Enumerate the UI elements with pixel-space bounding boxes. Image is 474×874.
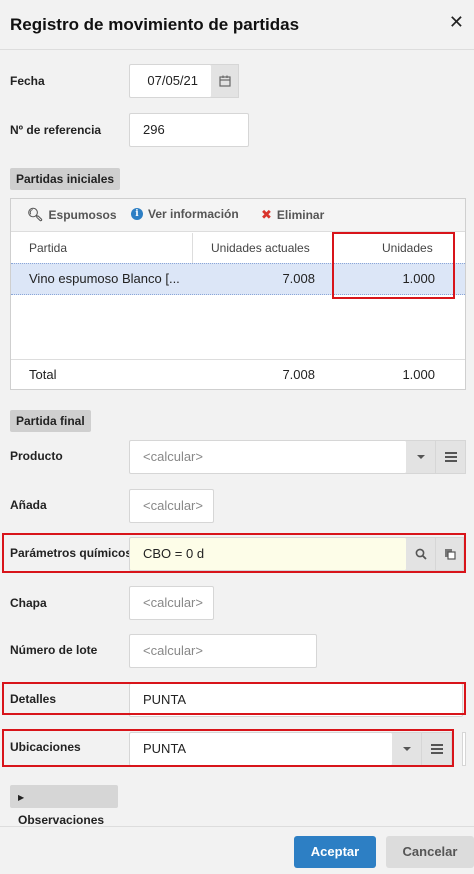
delete-icon: ✖: [261, 207, 272, 222]
parametros-search-button[interactable]: [406, 537, 436, 571]
total-unidades: 1.000: [402, 367, 435, 382]
cell-partida: Vino espumoso Blanco [...: [29, 271, 180, 286]
col-unidades[interactable]: Unidades: [382, 233, 433, 263]
calendar-icon: [218, 75, 231, 87]
partidas-grid: 🔍︎ Espumosos i Ver información ✖ Elimina…: [10, 198, 466, 390]
copy-icon: [444, 549, 456, 560]
aceptar-button[interactable]: Aceptar: [294, 836, 376, 868]
calendar-button[interactable]: [211, 64, 239, 98]
search-icon: [415, 548, 427, 560]
ver-informacion-label: Ver información: [148, 207, 239, 221]
parametros-input[interactable]: CBO = 0 d: [129, 537, 407, 571]
parametros-label: Parámetros químicos: [10, 546, 133, 560]
chevron-down-icon: [416, 455, 425, 459]
cancelar-button[interactable]: Cancelar: [386, 836, 474, 868]
chapa-label: Chapa: [10, 596, 47, 610]
anada-label: Añada: [10, 498, 47, 512]
dialog-title: Registro de movimiento de partidas: [10, 15, 300, 34]
ubicaciones-label: Ubicaciones: [10, 740, 81, 754]
column-divider: [332, 233, 333, 263]
producto-list-button[interactable]: [436, 440, 466, 474]
producto-dropdown-button[interactable]: [406, 440, 436, 474]
ubicaciones-extra-field[interactable]: [462, 732, 466, 766]
close-icon[interactable]: ✕: [449, 12, 464, 33]
col-unidades-actuales[interactable]: Unidades actuales: [211, 233, 310, 263]
partida-final-tag: Partida final: [10, 410, 91, 432]
detalles-label: Detalles: [10, 692, 57, 706]
parametros-copy-button[interactable]: [436, 537, 464, 571]
fecha-label: Fecha: [10, 74, 45, 88]
observaciones-label: Observaciones: [18, 813, 105, 827]
lote-label: Número de lote: [10, 643, 98, 657]
grid-toolbar: 🔍︎ Espumosos i Ver información ✖ Elimina…: [11, 199, 465, 232]
table-row[interactable]: Vino espumoso Blanco [... 7.008 1.000: [11, 263, 465, 295]
chevron-down-icon: [402, 747, 411, 751]
ubicaciones-dropdown-button[interactable]: [392, 732, 422, 766]
col-partida[interactable]: Partida: [29, 233, 67, 263]
espumosos-label: Espumosos: [48, 208, 117, 222]
dialog-footer: Aceptar Cancelar: [0, 826, 474, 874]
column-divider: [192, 233, 193, 263]
search-icon: 🔍︎: [27, 207, 44, 222]
cell-unidades[interactable]: 1.000: [402, 264, 435, 294]
espumosos-button[interactable]: 🔍︎ Espumosos: [27, 207, 117, 223]
lote-input[interactable]: <calcular>: [129, 634, 317, 668]
info-icon: i: [131, 208, 143, 220]
eliminar-button[interactable]: ✖ Eliminar: [261, 207, 324, 223]
ubicaciones-input[interactable]: PUNTA: [129, 732, 393, 766]
cell-unidades-actuales: 7.008: [282, 271, 315, 286]
fecha-input[interactable]: 07/05/21: [129, 64, 212, 98]
ver-informacion-button[interactable]: i Ver información: [131, 207, 239, 221]
chapa-input[interactable]: <calcular>: [129, 586, 214, 620]
referencia-label: Nº de referencia: [10, 123, 102, 137]
producto-input[interactable]: <calcular>: [129, 440, 407, 474]
caret-right-icon: ▶: [18, 793, 25, 802]
observaciones-expander[interactable]: ▶ Observaciones: [10, 785, 118, 827]
ubicaciones-list-button[interactable]: [422, 732, 452, 766]
referencia-input[interactable]: 296: [129, 113, 249, 147]
total-label: Total: [29, 367, 57, 382]
eliminar-label: Eliminar: [276, 208, 325, 222]
producto-label: Producto: [10, 449, 63, 463]
partidas-iniciales-tag: Partidas iniciales: [10, 168, 121, 190]
total-row: Total 7.008 1.000: [11, 359, 465, 390]
dialog-header: Registro de movimiento de partidas ✕: [0, 0, 474, 50]
menu-icon: [430, 742, 443, 756]
total-unidades-actuales: 7.008: [282, 367, 315, 382]
anada-input[interactable]: <calcular>: [129, 489, 214, 523]
detalles-input[interactable]: PUNTA: [129, 683, 463, 717]
menu-icon: [444, 450, 457, 464]
